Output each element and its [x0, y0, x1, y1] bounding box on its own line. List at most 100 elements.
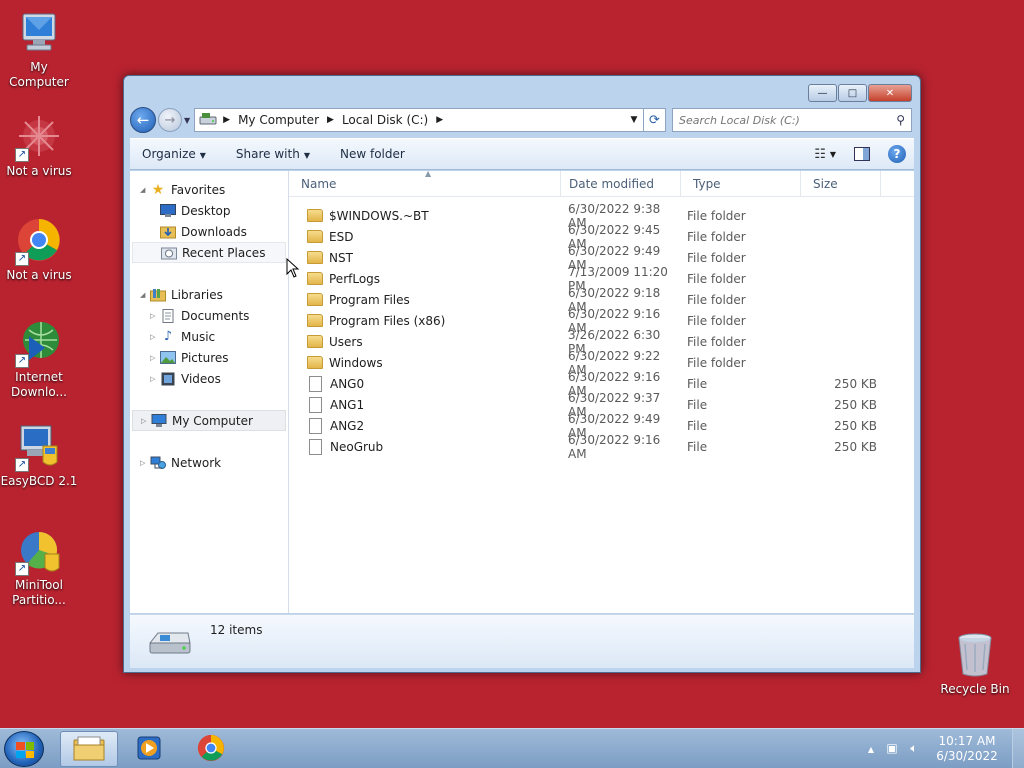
nav-downloads[interactable]: Downloads: [130, 221, 288, 242]
pictures-icon: [160, 351, 176, 365]
refresh-icon: ⟳: [649, 112, 660, 128]
minimize-button[interactable]: —: [808, 84, 837, 102]
windows-explorer-icon: [73, 735, 105, 764]
file-list: ▲ Name Date modified Type Size $WINDOWS.…: [289, 169, 914, 613]
desktop-icon: [160, 204, 176, 218]
desktop-icon-easybcd[interactable]: ↗ EasyBCD 2.1: [0, 424, 78, 489]
breadcrumb-separator-icon[interactable]: ▶: [436, 115, 443, 125]
desktop-icon-recycle-bin[interactable]: Recycle Bin: [936, 632, 1014, 697]
taskbar-explorer-button[interactable]: [60, 731, 118, 767]
breadcrumb-my-computer[interactable]: My Computer: [238, 113, 319, 127]
column-header-size[interactable]: Size: [801, 171, 881, 196]
folder-icon: [307, 209, 323, 222]
computer-icon: [15, 10, 63, 58]
change-view-icon[interactable]: ☷: [814, 147, 826, 162]
maximize-button[interactable]: □: [838, 84, 867, 102]
nav-network[interactable]: ▷ Network: [130, 452, 288, 473]
nav-desktop[interactable]: Desktop: [130, 200, 288, 221]
libraries-icon: [150, 288, 166, 302]
drive-small-icon: [199, 112, 217, 129]
arrow-left-icon: ←: [136, 111, 150, 129]
network-icon: [150, 456, 166, 470]
new-folder-button[interactable]: New folder: [340, 147, 405, 161]
desktop-icon-label: My Computer: [9, 60, 69, 89]
help-icon[interactable]: ?: [888, 145, 906, 163]
show-hidden-icons-button[interactable]: ▲: [868, 745, 874, 754]
network-status-icon[interactable]: ▣: [884, 741, 900, 757]
preview-pane-icon[interactable]: [854, 147, 870, 161]
command-bar: Organize ▼ Share with ▼ New folder ☷ ▼ ?: [130, 138, 914, 170]
collapsed-arrow-icon: ▷: [140, 458, 146, 467]
music-note-icon: ♪: [163, 329, 173, 344]
minitool-partition-icon: ↗: [15, 528, 63, 576]
desktop-icon-label: MiniTool Partitio...: [12, 578, 66, 607]
nav-my-computer[interactable]: ▷ My Computer: [132, 410, 286, 431]
folder-icon: [307, 314, 323, 327]
sort-ascending-icon: ▲: [425, 169, 432, 178]
desktop-icon-not-a-virus-1[interactable]: ↗ Not a virus: [0, 114, 78, 179]
explorer-window: — □ ✕ ← → ▼ ▶ My Computer ▶ Local Disk (…: [123, 75, 921, 673]
nav-favorites[interactable]: ◢ ★ Favorites: [130, 179, 288, 200]
navigation-pane: ◢ ★ Favorites Desktop Downloads Recent P…: [130, 171, 289, 613]
show-desktop-button[interactable]: [1012, 729, 1024, 768]
nav-recent-places[interactable]: Recent Places: [132, 242, 286, 263]
start-button[interactable]: [4, 731, 44, 767]
organize-menu[interactable]: Organize ▼: [142, 147, 206, 161]
desktop-icon-label: Not a virus: [6, 164, 72, 178]
hard-drive-icon: [148, 631, 192, 655]
shortcut-arrow-icon: ↗: [15, 252, 29, 266]
nav-pictures[interactable]: ▷ Pictures: [130, 347, 288, 368]
desktop-icon-label: Not a virus: [6, 268, 72, 282]
nav-documents[interactable]: ▷ Documents: [130, 305, 288, 326]
address-row: ← → ▼ ▶ My Computer ▶ Local Disk (C:) ▶ …: [130, 106, 912, 134]
breadcrumb-separator-icon[interactable]: ▶: [327, 115, 334, 125]
nav-libraries[interactable]: ◢ Libraries: [130, 284, 288, 305]
shortcut-arrow-icon: ↗: [15, 562, 29, 576]
share-with-menu[interactable]: Share with ▼: [236, 147, 310, 161]
nav-videos[interactable]: ▷ Videos: [130, 368, 288, 389]
file-icon: [309, 417, 322, 434]
breadcrumb-local-disk[interactable]: Local Disk (C:): [342, 113, 428, 127]
address-bar[interactable]: ▶ My Computer ▶ Local Disk (C:) ▶ ▼: [194, 108, 644, 132]
windows-logo-icon: [16, 742, 34, 758]
search-icon[interactable]: ⚲: [896, 113, 905, 127]
clock[interactable]: 10:17 AM 6/30/2022: [928, 734, 1006, 764]
volume-icon[interactable]: 🔈︎: [906, 741, 922, 757]
address-dropdown-icon[interactable]: ▼: [625, 115, 643, 125]
desktop-icon-minitool-partition[interactable]: ↗ MiniTool Partitio...: [0, 528, 78, 608]
file-icon: [309, 438, 322, 455]
column-header-type[interactable]: Type: [681, 171, 801, 196]
clock-time: 10:17 AM: [938, 734, 996, 748]
chrome-icon: ↗: [15, 218, 63, 266]
arrow-right-icon: →: [164, 112, 176, 128]
shortcut-arrow-icon: ↗: [15, 354, 29, 368]
taskbar-media-player-button[interactable]: [120, 731, 178, 767]
breadcrumb-separator-icon[interactable]: ▶: [223, 115, 230, 125]
refresh-button[interactable]: ⟳: [644, 108, 666, 132]
column-header-date-modified[interactable]: Date modified: [561, 171, 681, 196]
star-icon: ★: [151, 181, 165, 198]
chevron-down-icon: ▼: [303, 151, 310, 160]
forward-button[interactable]: →: [158, 108, 182, 132]
search-input[interactable]: [679, 113, 897, 127]
desktop-icon-internet-download-manager[interactable]: ↗ Internet Downlo...: [0, 320, 78, 400]
expanded-arrow-icon: ◢: [140, 290, 146, 299]
file-row[interactable]: NeoGrub 6/30/2022 9:16 AM File 250 KB: [289, 433, 914, 461]
taskbar-chrome-button[interactable]: [182, 731, 240, 767]
back-button[interactable]: ←: [130, 107, 156, 133]
nav-music[interactable]: ▷ ♪ Music: [130, 326, 288, 347]
file-icon: [309, 375, 322, 392]
desktop-icon-my-computer[interactable]: My Computer: [0, 10, 78, 90]
desktop-icon-not-a-virus-2[interactable]: ↗ Not a virus: [0, 218, 78, 283]
file-icon: [309, 396, 322, 413]
downloads-folder-icon: [160, 225, 176, 239]
search-box[interactable]: ⚲: [672, 108, 912, 132]
folder-icon: [307, 335, 323, 348]
desktop-icon-label: Internet Downlo...: [11, 370, 67, 399]
recent-pages-dropdown[interactable]: ▼: [184, 116, 190, 125]
clock-date: 6/30/2022: [936, 749, 998, 763]
column-headers: ▲ Name Date modified Type Size: [289, 169, 914, 197]
view-options-dropdown[interactable]: ▼: [830, 150, 836, 159]
close-button[interactable]: ✕: [868, 84, 912, 102]
shortcut-arrow-icon: ↗: [15, 458, 29, 472]
